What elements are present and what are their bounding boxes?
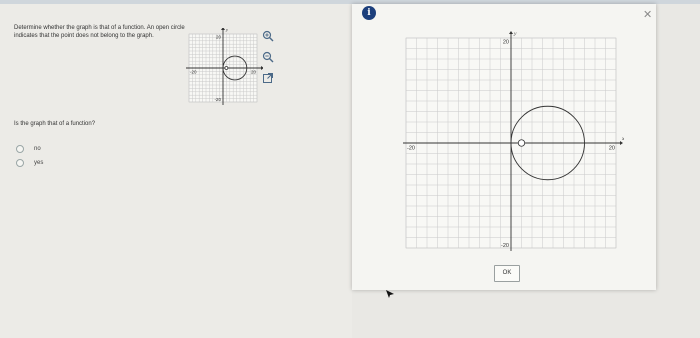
big-tick-label: 20 bbox=[503, 40, 509, 46]
ok-button[interactable]: OK bbox=[494, 265, 520, 282]
big-tick-label: 20 bbox=[609, 146, 615, 152]
big-open-point bbox=[517, 139, 526, 147]
close-icon[interactable]: ✕ bbox=[643, 10, 652, 21]
question-prompt: Is the graph that of a function? bbox=[14, 121, 96, 127]
question-panel bbox=[0, 4, 352, 338]
big-tick-label: -20 bbox=[407, 146, 415, 152]
thumbnail-graph[interactable]: -202020-20xy bbox=[183, 28, 263, 108]
big-x-axis-name: x bbox=[621, 136, 624, 142]
option-no[interactable]: no bbox=[16, 142, 43, 156]
thumb-tick-label: 20 bbox=[251, 70, 257, 75]
info-icon[interactable]: i bbox=[362, 6, 376, 20]
option-yes[interactable]: yes bbox=[16, 156, 43, 170]
thumb-y-axis-name: y bbox=[225, 28, 228, 32]
answer-options: no yes bbox=[16, 142, 43, 170]
radio-no[interactable] bbox=[16, 145, 24, 153]
big-y-arrow bbox=[509, 31, 513, 34]
magnifier-plus-icon[interactable] bbox=[262, 30, 274, 42]
thumb-tick-label: 20 bbox=[216, 35, 222, 40]
question-text: Determine whether the graph is that of a… bbox=[14, 25, 185, 39]
radio-yes[interactable] bbox=[16, 159, 24, 167]
magnifier-minus-icon[interactable] bbox=[262, 51, 274, 63]
thumb-y-arrow bbox=[221, 28, 225, 30]
external-link-icon[interactable] bbox=[262, 72, 274, 84]
enlarged-graph: -20 20 20 -20 x y bbox=[403, 31, 624, 251]
thumb-tick-label: -20 bbox=[214, 97, 221, 102]
big-tick-label: -20 bbox=[501, 243, 509, 249]
mouse-cursor-icon bbox=[386, 290, 394, 298]
thumb-open-point bbox=[224, 66, 229, 70]
big-y-axis-name: y bbox=[513, 31, 517, 37]
option-no-label: no bbox=[34, 146, 41, 152]
thumb-tick-label: -20 bbox=[190, 70, 197, 75]
option-yes-label: yes bbox=[34, 160, 44, 166]
graph-tools bbox=[262, 30, 280, 93]
